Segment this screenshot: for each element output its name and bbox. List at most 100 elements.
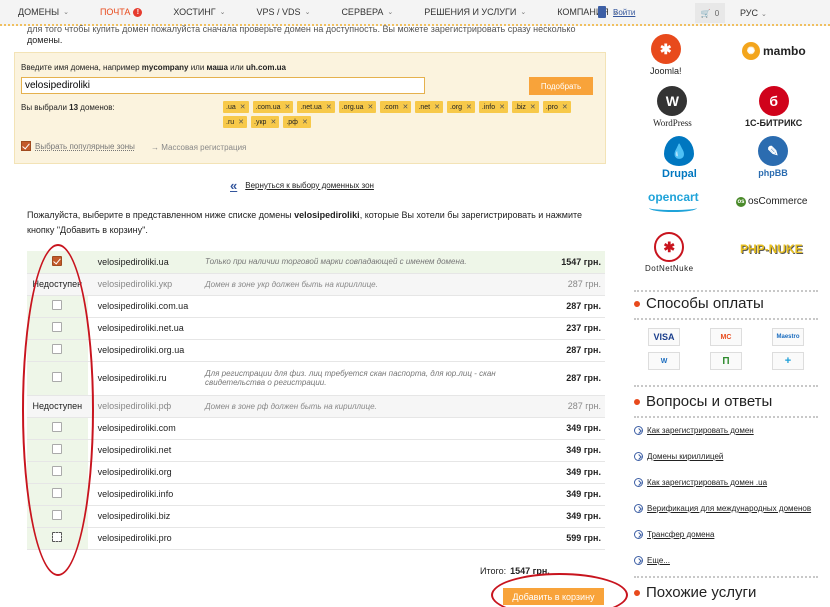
domain-name: velosipediroliki.укр bbox=[87, 273, 198, 296]
nav-mail[interactable]: ПОЧТА! bbox=[82, 0, 155, 25]
dotnetnuke-icon: ✱ bbox=[654, 232, 685, 262]
arrow-right-icon bbox=[634, 452, 643, 461]
add-to-cart-button[interactable]: Добавить в корзину bbox=[503, 588, 604, 605]
cart-button[interactable]: 🛒 0 bbox=[695, 3, 725, 23]
remove-icon[interactable]: ✕ bbox=[238, 118, 244, 126]
nav-solutions[interactable]: РЕШЕНИЯ И УСЛУГИ ⌄ bbox=[406, 0, 539, 25]
zone-tag[interactable]: .org.ua ✕ bbox=[338, 101, 377, 113]
unavailable-label: Недоступен bbox=[27, 273, 88, 296]
cms-logo-phpnuke[interactable]: PHP-NUKE bbox=[740, 242, 803, 256]
door-icon bbox=[598, 6, 606, 18]
domain-price: 237 грн. bbox=[542, 317, 605, 340]
remove-icon[interactable]: ✕ bbox=[367, 103, 373, 111]
table-row: velosipediroliki.com.ua 287 грн. bbox=[27, 295, 605, 318]
divider bbox=[634, 385, 818, 387]
domain-note bbox=[197, 505, 543, 528]
domain-name: velosipediroliki.net bbox=[87, 439, 198, 462]
remove-icon[interactable]: ✕ bbox=[403, 103, 409, 111]
faq-link[interactable]: Верификация для международных доменов bbox=[634, 504, 811, 513]
phpbb-icon: ✎ bbox=[758, 136, 788, 166]
faq-link[interactable]: Как зарегистрировать домен bbox=[634, 426, 754, 435]
cms-logo-dotnetnuke[interactable]: ✱ DotNetNuke bbox=[645, 232, 694, 273]
domain-price: 287 грн. bbox=[542, 361, 605, 396]
table-row: velosipediroliki.ua Только при наличии т… bbox=[27, 251, 605, 274]
intro-text: для того чтобы купить домен пожалуйста с… bbox=[27, 24, 576, 45]
cms-logo-oscommerce[interactable]: os osCommerce bbox=[736, 196, 807, 207]
domain-checkbox[interactable] bbox=[52, 466, 63, 476]
remove-icon[interactable]: ✕ bbox=[240, 103, 246, 111]
domain-checkbox[interactable] bbox=[52, 344, 63, 354]
faq-link[interactable]: Как зарегистрировать домен .ua bbox=[634, 478, 767, 487]
joomla-icon: ✱ bbox=[650, 34, 681, 64]
domain-name: velosipediroliki.ua bbox=[87, 251, 198, 274]
zone-tag[interactable]: .net.ua ✕ bbox=[297, 101, 335, 113]
chevron-down-icon: ⌄ bbox=[63, 9, 69, 16]
remove-icon[interactable]: ✕ bbox=[562, 103, 568, 111]
bullet-icon bbox=[634, 398, 640, 405]
domain-input[interactable] bbox=[21, 77, 425, 94]
pick-button[interactable]: Подобрать bbox=[529, 77, 593, 95]
popular-zones-toggle[interactable]: Выбрать популярные зоны bbox=[21, 141, 135, 151]
domain-checkbox[interactable] bbox=[52, 532, 63, 542]
domain-checkbox[interactable] bbox=[52, 488, 63, 498]
zone-tag[interactable]: .org ✕ bbox=[446, 101, 475, 113]
remove-icon[interactable]: ✕ bbox=[285, 103, 291, 111]
table-row: velosipediroliki.biz 349 грн. bbox=[27, 505, 605, 528]
table-row: Недоступен velosipediroliki.рф Домен в з… bbox=[27, 395, 605, 418]
zone-tag[interactable]: .укр ✕ bbox=[251, 116, 280, 128]
domain-checkbox[interactable] bbox=[52, 300, 63, 310]
cms-logo-wordpress[interactable]: W WordPress bbox=[653, 86, 692, 128]
domain-checkbox[interactable] bbox=[52, 444, 63, 454]
cms-logo-bitrix[interactable]: б 1С-БИТРИКС bbox=[745, 86, 802, 128]
cms-logo-joomla[interactable]: ✱ Joomla! bbox=[650, 34, 682, 76]
domain-checkbox[interactable] bbox=[52, 322, 63, 332]
domain-price: 349 грн. bbox=[542, 461, 605, 484]
remove-icon[interactable]: ✕ bbox=[434, 103, 440, 111]
nav-hosting[interactable]: ХОСТИНГ ⌄ bbox=[155, 0, 238, 25]
order-total: Итого: 1547 грн. bbox=[480, 566, 550, 576]
back-to-zones-link[interactable]: « Вернуться к выбору доменных зон bbox=[230, 178, 374, 193]
arrow-right-icon bbox=[634, 504, 643, 513]
zone-tag[interactable]: .ru ✕ bbox=[223, 116, 248, 128]
faq-link[interactable]: Домены кириллицей bbox=[634, 452, 723, 461]
domain-checkbox[interactable] bbox=[52, 422, 63, 432]
zone-tag[interactable]: .biz ✕ bbox=[512, 101, 539, 113]
faq-link[interactable]: Трансфер домена bbox=[634, 530, 714, 539]
nav-domains[interactable]: ДОМЕНЫ ⌄ bbox=[0, 0, 82, 25]
zone-tag[interactable]: .pro ✕ bbox=[542, 101, 571, 113]
domain-price: 349 грн. bbox=[542, 505, 605, 528]
drupal-icon: 💧 bbox=[664, 136, 695, 166]
chevron-down-icon: ⌄ bbox=[219, 9, 226, 16]
remove-icon[interactable]: ✕ bbox=[270, 118, 276, 126]
maestro-icon: Maestro bbox=[772, 328, 804, 346]
zone-tag[interactable]: .ua ✕ bbox=[223, 101, 249, 113]
domain-checkbox[interactable] bbox=[52, 510, 63, 520]
zone-tag[interactable]: .info ✕ bbox=[478, 101, 509, 113]
domain-checkbox[interactable] bbox=[52, 255, 63, 266]
remove-icon[interactable]: ✕ bbox=[499, 103, 505, 111]
mass-registration-link[interactable]: → Массовая регистрация bbox=[151, 143, 246, 152]
divider bbox=[634, 290, 818, 292]
nav-servers[interactable]: СЕРВЕРА ⌄ bbox=[323, 0, 406, 25]
remove-icon[interactable]: ✕ bbox=[530, 103, 536, 111]
cms-logo-opencart[interactable]: opencart bbox=[648, 190, 699, 212]
alert-badge: ! bbox=[133, 7, 143, 17]
login-link[interactable]: Войти bbox=[598, 6, 635, 18]
remove-icon[interactable]: ✕ bbox=[326, 103, 332, 111]
cms-logo-mambo[interactable]: ✺ mambo bbox=[742, 42, 806, 60]
zone-tag[interactable]: .net ✕ bbox=[415, 101, 443, 113]
nav-vps[interactable]: VPS / VDS ⌄ bbox=[239, 0, 324, 25]
faq-link[interactable]: Еще... bbox=[634, 556, 670, 565]
zone-tag[interactable]: .com ✕ bbox=[380, 101, 412, 113]
checkbox-checked[interactable] bbox=[21, 141, 31, 151]
domain-checkbox[interactable] bbox=[52, 372, 63, 382]
zone-tag[interactable]: .com.ua ✕ bbox=[252, 101, 294, 113]
domain-price: 349 грн. bbox=[542, 439, 605, 462]
zone-tag[interactable]: .рф ✕ bbox=[283, 116, 311, 128]
remove-icon[interactable]: ✕ bbox=[466, 103, 472, 111]
language-selector[interactable]: РУС ⌄ bbox=[740, 8, 767, 18]
remove-icon[interactable]: ✕ bbox=[302, 118, 308, 126]
cms-logo-phpbb[interactable]: ✎ phpBB bbox=[758, 136, 788, 178]
cms-logo-drupal[interactable]: 💧 Drupal bbox=[662, 136, 697, 180]
domain-price: 287 грн. bbox=[542, 395, 605, 418]
